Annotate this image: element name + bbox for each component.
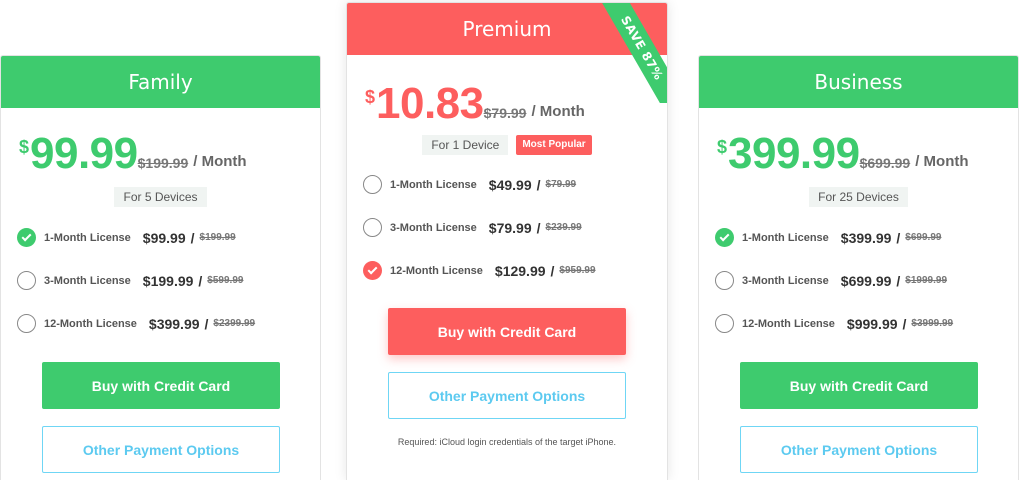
requirement-note: Required: iCloud login credentials of th…	[397, 437, 617, 447]
option-price: $79.99	[488, 219, 532, 236]
currency-symbol: $	[365, 87, 376, 107]
option-old-price: $599.99	[207, 275, 244, 286]
buy-with-credit-card-button[interactable]: Buy with Credit Card	[42, 362, 280, 409]
option-label: 1-Month License	[742, 231, 829, 244]
option-old-price: $959.99	[559, 265, 596, 276]
option-price: $99.99	[142, 229, 186, 246]
option-old-price: $239.99	[545, 222, 582, 233]
price-amount: 99.99	[30, 129, 138, 178]
option-old-price: $3999.99	[911, 318, 954, 329]
option-price: $699.99	[840, 272, 892, 289]
devices-row: For 25 Devices	[699, 187, 1018, 207]
radio-button[interactable]	[363, 218, 382, 237]
other-payment-options-button[interactable]: Other Payment Options	[42, 426, 280, 473]
option-price: $129.99	[494, 262, 546, 279]
price-separator: /	[198, 272, 203, 289]
license-option-12-month[interactable]: 12-Month License $399.99 / $2399.99	[17, 314, 255, 333]
price-period: / Month	[531, 103, 585, 120]
devices-row: For 5 Devices	[1, 187, 320, 207]
price-separator: /	[536, 176, 541, 193]
option-label: 1-Month License	[44, 231, 131, 244]
option-label: 12-Month License	[44, 317, 137, 330]
radio-button[interactable]	[715, 314, 734, 333]
buy-with-credit-card-button[interactable]: Buy with Credit Card	[740, 362, 978, 409]
license-option-3-month[interactable]: 3-Month License $79.99 / $239.99	[363, 218, 582, 237]
license-option-12-month[interactable]: 12-Month License $999.99 / $3999.99	[715, 314, 953, 333]
license-option-3-month[interactable]: 3-Month License $699.99 / $1999.99	[715, 271, 947, 290]
license-option-1-month[interactable]: 1-Month License $49.99 / $79.99	[363, 175, 576, 194]
option-label: 1-Month License	[390, 178, 477, 191]
option-price: $999.99	[846, 315, 898, 332]
price-period: / Month	[915, 153, 969, 170]
devices-badge: For 25 Devices	[809, 187, 908, 207]
option-label: 3-Month License	[742, 274, 829, 287]
other-payment-options-button[interactable]: Other Payment Options	[740, 426, 978, 473]
license-option-3-month[interactable]: 3-Month License $199.99 / $599.99	[17, 271, 243, 290]
plan-card-business: Business $ 399.99 $699.99 / Month For 25…	[698, 55, 1019, 480]
option-old-price: $2399.99	[213, 318, 256, 329]
buy-with-credit-card-button[interactable]: Buy with Credit Card	[388, 308, 626, 355]
check-icon	[21, 231, 32, 242]
check-icon	[719, 231, 730, 242]
option-label: 12-Month License	[742, 317, 835, 330]
plan-card-family: Family $ 99.99 $199.99 / Month For 5 Dev…	[0, 55, 321, 480]
radio-button[interactable]	[363, 261, 382, 280]
currency-symbol: $	[19, 137, 30, 157]
option-label: 12-Month License	[390, 264, 483, 277]
other-payment-options-button[interactable]: Other Payment Options	[388, 372, 626, 419]
plan-title: Family	[1, 56, 320, 108]
option-label: 3-Month License	[390, 221, 477, 234]
price-separator: /	[536, 219, 541, 236]
option-old-price: $79.99	[545, 179, 577, 190]
price-separator: /	[204, 315, 209, 332]
radio-button[interactable]	[17, 271, 36, 290]
plan-card-premium: Premium SAVE 87% $ 10.83 $79.99 / Month …	[346, 2, 668, 480]
old-price: $699.99	[859, 155, 911, 171]
option-old-price: $1999.99	[905, 275, 948, 286]
price-separator: /	[190, 229, 195, 246]
radio-button[interactable]	[17, 228, 36, 247]
price-amount: 399.99	[728, 129, 860, 178]
price-block: $ 10.83 $79.99 / Month	[365, 81, 585, 127]
save-ribbon-label: SAVE 87%	[594, 3, 667, 103]
option-price: $399.99	[840, 229, 892, 246]
price-separator: /	[896, 272, 901, 289]
devices-row: For 1 Device Most Popular	[347, 135, 667, 155]
license-option-1-month[interactable]: 1-Month License $399.99 / $699.99	[715, 228, 941, 247]
option-old-price: $699.99	[905, 232, 942, 243]
currency-symbol: $	[717, 137, 728, 157]
option-old-price: $199.99	[199, 232, 236, 243]
price-amount: 10.83	[376, 79, 484, 128]
devices-badge: For 1 Device	[422, 135, 509, 155]
price-block: $ 99.99 $199.99 / Month	[19, 131, 247, 177]
most-popular-badge: Most Popular	[516, 135, 592, 155]
price-separator: /	[550, 262, 555, 279]
license-option-1-month[interactable]: 1-Month License $99.99 / $199.99	[17, 228, 236, 247]
devices-badge: For 5 Devices	[114, 187, 207, 207]
price-period: / Month	[193, 153, 247, 170]
radio-button[interactable]	[715, 228, 734, 247]
option-label: 3-Month License	[44, 274, 131, 287]
option-price: $49.99	[488, 176, 532, 193]
radio-button[interactable]	[17, 314, 36, 333]
option-price: $199.99	[142, 272, 194, 289]
old-price: $79.99	[483, 105, 527, 121]
check-icon	[367, 264, 378, 275]
price-block: $ 399.99 $699.99 / Month	[717, 131, 969, 177]
price-separator: /	[902, 315, 907, 332]
radio-button[interactable]	[363, 175, 382, 194]
old-price: $199.99	[137, 155, 189, 171]
price-separator: /	[896, 229, 901, 246]
radio-button[interactable]	[715, 271, 734, 290]
license-option-12-month[interactable]: 12-Month License $129.99 / $959.99	[363, 261, 596, 280]
plan-title: Business	[699, 56, 1018, 108]
option-price: $399.99	[148, 315, 200, 332]
